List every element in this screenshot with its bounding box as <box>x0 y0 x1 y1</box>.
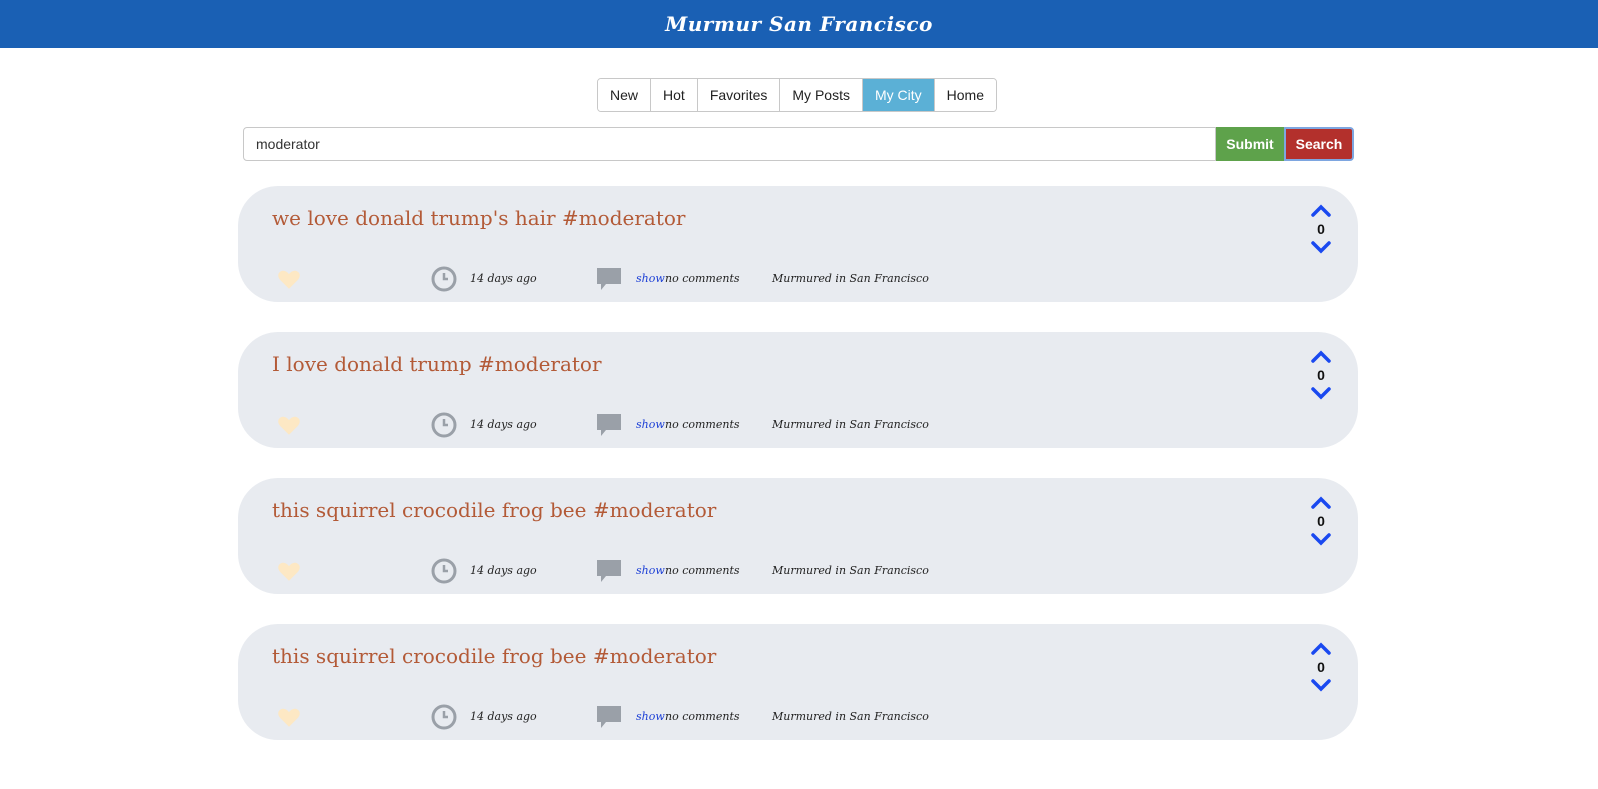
post-location: Murmured in San Francisco <box>772 418 929 431</box>
clock-icon <box>431 704 457 730</box>
post-meta: 14 days ago show no comments Murmured in… <box>276 412 976 438</box>
post-location: Murmured in San Francisco <box>772 564 929 577</box>
chevron-up-icon[interactable] <box>1310 348 1332 364</box>
show-comments-link[interactable]: show <box>636 272 665 285</box>
post-location: Murmured in San Francisco <box>772 710 929 723</box>
chevron-up-icon[interactable] <box>1310 202 1332 218</box>
post-meta: 14 days ago show no comments Murmured in… <box>276 704 976 730</box>
comment-count: no comments <box>665 418 740 431</box>
post-time: 14 days ago <box>470 272 537 285</box>
post-title: this squirrel crocodile frog bee #modera… <box>272 644 717 668</box>
heart-icon[interactable] <box>276 558 302 584</box>
show-comments-link[interactable]: show <box>636 418 665 431</box>
clock-icon <box>431 412 457 438</box>
comment-bubble-icon <box>597 560 621 582</box>
app-header: Murmur San Francisco <box>0 0 1598 48</box>
vote-count: 0 <box>1317 367 1325 383</box>
submit-button[interactable]: Submit <box>1216 127 1284 161</box>
nav-tabs: New Hot Favorites My Posts My City Home <box>597 78 997 112</box>
heart-icon[interactable] <box>276 266 302 292</box>
comment-count: no comments <box>665 710 740 723</box>
show-comments-link[interactable]: show <box>636 710 665 723</box>
post-time: 14 days ago <box>470 564 537 577</box>
comment-count: no comments <box>665 272 740 285</box>
post-time: 14 days ago <box>470 710 537 723</box>
chevron-down-icon[interactable] <box>1310 532 1332 548</box>
chevron-up-icon[interactable] <box>1310 494 1332 510</box>
vote-count: 0 <box>1317 221 1325 237</box>
tab-my-posts[interactable]: My Posts <box>780 79 863 111</box>
post-meta: 14 days ago show no comments Murmured in… <box>276 558 976 584</box>
search-bar: Submit Search <box>243 127 1354 161</box>
tab-favorites[interactable]: Favorites <box>697 79 781 111</box>
chevron-down-icon[interactable] <box>1310 678 1332 694</box>
chevron-down-icon[interactable] <box>1310 386 1332 402</box>
chevron-down-icon[interactable] <box>1310 240 1332 256</box>
post-title: we love donald trump's hair #moderator <box>272 206 686 230</box>
vote-widget: 0 <box>1308 494 1334 548</box>
comment-bubble-icon <box>597 268 621 290</box>
tab-my-city[interactable]: My City <box>862 79 935 111</box>
post-title: I love donald trump #moderator <box>272 352 602 376</box>
post-time: 14 days ago <box>470 418 537 431</box>
post-card: I love donald trump #moderator 14 days a… <box>238 332 1358 448</box>
vote-count: 0 <box>1317 659 1325 675</box>
post-meta: 14 days ago show no comments Murmured in… <box>276 266 976 292</box>
search-input[interactable] <box>243 127 1216 161</box>
clock-icon <box>431 266 457 292</box>
vote-count: 0 <box>1317 513 1325 529</box>
post-title: this squirrel crocodile frog bee #modera… <box>272 498 717 522</box>
comment-bubble-icon <box>597 706 621 728</box>
tab-home[interactable]: Home <box>934 79 996 111</box>
post-card: this squirrel crocodile frog bee #modera… <box>238 624 1358 740</box>
heart-icon[interactable] <box>276 412 302 438</box>
heart-icon[interactable] <box>276 704 302 730</box>
comment-bubble-icon <box>597 414 621 436</box>
search-button[interactable]: Search <box>1284 127 1354 161</box>
vote-widget: 0 <box>1308 348 1334 402</box>
post-card: we love donald trump's hair #moderator 1… <box>238 186 1358 302</box>
show-comments-link[interactable]: show <box>636 564 665 577</box>
app-title: Murmur San Francisco <box>665 12 933 36</box>
vote-widget: 0 <box>1308 202 1334 256</box>
vote-widget: 0 <box>1308 640 1334 694</box>
post-location: Murmured in San Francisco <box>772 272 929 285</box>
clock-icon <box>431 558 457 584</box>
post-list: we love donald trump's hair #moderator 1… <box>238 186 1358 770</box>
chevron-up-icon[interactable] <box>1310 640 1332 656</box>
comment-count: no comments <box>665 564 740 577</box>
post-card: this squirrel crocodile frog bee #modera… <box>238 478 1358 594</box>
tab-new[interactable]: New <box>598 79 652 111</box>
tab-hot[interactable]: Hot <box>651 79 698 111</box>
